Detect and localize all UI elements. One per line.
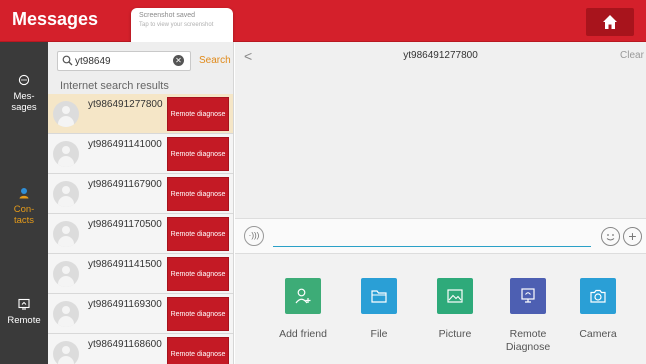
voice-icon[interactable]: ·))) [244,226,264,246]
toast-title: Screenshot saved [139,12,196,19]
camera-button[interactable]: Camera [563,278,633,341]
chat-history: < yt986491277800 Clear [235,42,646,218]
results-heading: Internet search results [60,80,169,92]
camera-label: Camera [579,328,617,340]
remote-icon [18,298,30,310]
contacts-icon [19,188,29,199]
avatar [53,301,79,327]
list-item[interactable]: yt986491141500 Remote diagnose [48,254,233,294]
avatar [53,181,79,207]
folder-icon [361,278,397,314]
nav-item-messages[interactable]: Mes- sages [0,74,48,113]
remote-diagnose-button[interactable]: Remote diagnose [167,297,229,331]
toast-subtitle: Tap to view your screenshot [139,22,214,28]
contact-id: yt986491277800 [88,99,163,110]
list-item[interactable]: yt986491141000 Remote diagnose [48,134,233,174]
nav-label-messages-1: Mes- [13,91,35,102]
remote-diagnose-label: Remote Diagnose [505,328,551,353]
nav-item-contacts[interactable]: Con- tacts [0,187,48,226]
avatar [53,141,79,167]
attachment-actions: Add friend File Picture Remote Diagnose [235,254,646,364]
list-item[interactable]: yt986491168600 Remote diagnose [48,334,233,364]
add-friend-label: Add friend [279,328,327,340]
add-friend-button[interactable]: Add friend [268,278,338,341]
avatar [53,261,79,287]
file-label: File [370,328,388,340]
nav-label-contacts-2: tacts [13,215,35,226]
list-item[interactable]: yt986491167900 Remote diagnose [48,174,233,214]
chat-bubble-icon [18,74,30,86]
results-list: yt986491277800 Remote diagnose yt9864911… [48,94,233,364]
list-item[interactable]: yt986491169300 Remote diagnose [48,294,233,334]
side-nav: Mes- sages Con- tacts Remote [0,42,48,364]
remote-diagnose-button[interactable]: Remote diagnose [167,97,229,131]
list-item[interactable]: yt986491170500 Remote diagnose [48,214,233,254]
nav-label-messages-2: sages [11,102,37,113]
search-icon [62,55,73,66]
remote-diagnose-button[interactable]: Remote diagnose [167,177,229,211]
top-bar: Messages Screenshot saved Tap to view yo… [0,0,646,42]
contact-search-panel: ✕ Search Internet search results yt98649… [48,42,234,364]
search-box: ✕ [57,51,191,71]
search-button[interactable]: Search [199,55,231,66]
contact-id: yt986491169300 [88,299,162,310]
picture-icon [437,278,473,314]
screenshot-toast[interactable]: Screenshot saved Tap to view your screen… [131,8,233,42]
remote-diagnose-action-button[interactable]: Remote Diagnose [493,278,563,354]
search-input[interactable] [75,54,163,68]
contact-id: yt986491141500 [88,259,162,270]
chat-pane: < yt986491277800 Clear ·))) + Add friend [235,42,646,364]
nav-label-remote: Remote [7,315,41,326]
camera-icon [580,278,616,314]
contact-id: yt986491170500 [88,219,162,230]
avatar [53,101,79,127]
app-window: Messages Screenshot saved Tap to view yo… [0,0,646,364]
contact-id: yt986491167900 [88,179,162,190]
message-input-bar: ·))) + [235,218,646,254]
plus-icon[interactable]: + [623,227,642,246]
remote-diagnose-button[interactable]: Remote diagnose [167,337,229,364]
remote-diagnose-button[interactable]: Remote diagnose [167,137,229,171]
smile-glyph [606,234,615,241]
remote-diagnose-icon [510,278,546,314]
emoji-icon[interactable] [601,227,620,246]
message-input[interactable] [273,227,591,247]
app-title: Messages [12,9,99,29]
contact-id: yt986491168600 [88,339,162,350]
clear-chat-button[interactable]: Clear [620,50,644,61]
clear-search-icon[interactable]: ✕ [173,55,184,66]
nav-item-remote[interactable]: Remote [0,298,48,326]
add-friend-icon [285,278,321,314]
avatar [53,341,79,364]
file-button[interactable]: File [344,278,414,341]
picture-button[interactable]: Picture [420,278,490,341]
nav-label-contacts-1: Con- [13,204,35,215]
home-button[interactable] [586,8,634,36]
remote-diagnose-button[interactable]: Remote diagnose [167,217,229,251]
picture-label: Picture [438,328,472,340]
contact-id: yt986491141000 [88,139,162,150]
avatar [53,221,79,247]
list-item[interactable]: yt986491277800 Remote diagnose [48,94,233,134]
remote-diagnose-button[interactable]: Remote diagnose [167,257,229,291]
chat-contact-name: yt986491277800 [403,50,478,61]
home-icon [603,15,617,29]
